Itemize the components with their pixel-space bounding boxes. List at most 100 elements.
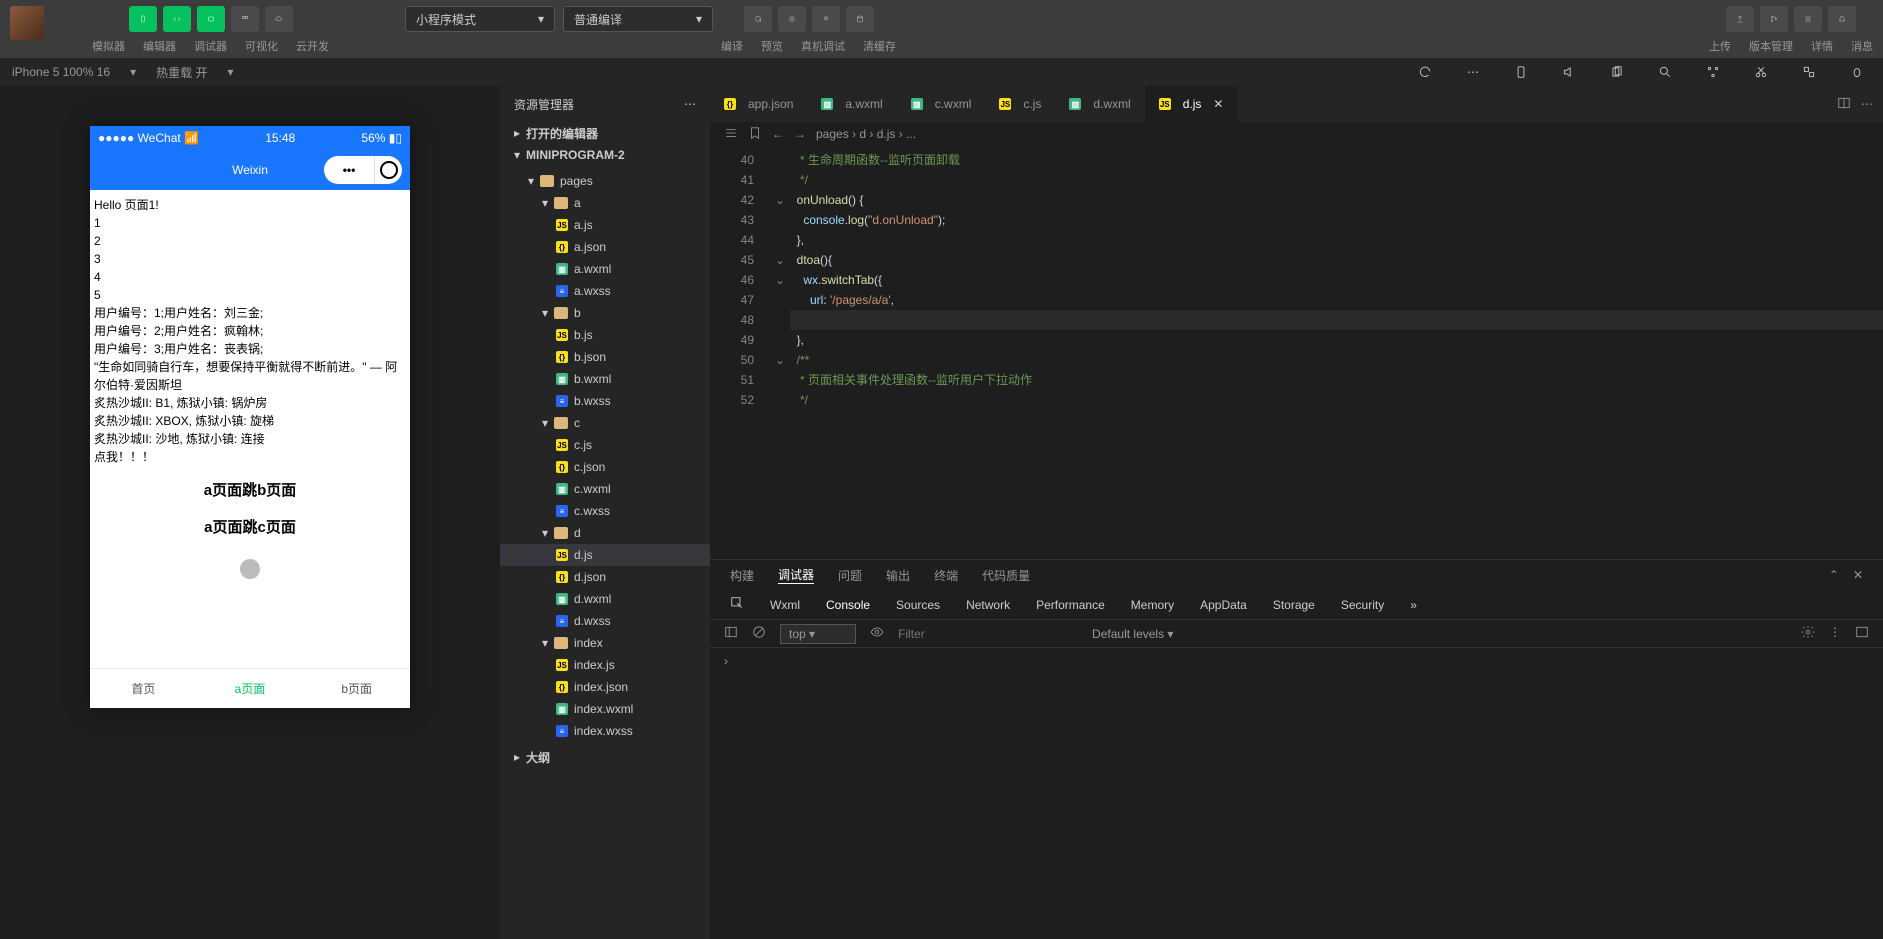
branch-icon[interactable] (1699, 59, 1727, 85)
devtools-tab[interactable]: AppData (1200, 598, 1247, 612)
phone-tab-item[interactable]: 首页 (90, 669, 197, 708)
close-icon[interactable]: ✕ (1853, 568, 1863, 582)
file-item[interactable]: JSc.js (500, 434, 710, 456)
folder-item[interactable]: ▾b (500, 302, 710, 324)
capsule-button[interactable]: ••• (324, 156, 402, 184)
back-icon[interactable]: ← (772, 127, 784, 141)
avatar[interactable] (10, 6, 44, 40)
panel-tab[interactable]: 构建 (730, 567, 754, 584)
filter-input[interactable] (898, 627, 1078, 641)
compile-button[interactable] (744, 6, 772, 32)
file-item[interactable]: ≡b.wxss (500, 390, 710, 412)
phone-nav-link[interactable]: a页面跳b页面 (94, 480, 406, 503)
mode-dropdown[interactable]: 小程序模式▾ (405, 6, 555, 32)
more-icon[interactable]: ⋯ (1861, 97, 1873, 111)
phone-tab-item[interactable]: b页面 (303, 669, 410, 708)
clear-cache-button[interactable] (846, 6, 874, 32)
copy-icon[interactable] (1603, 59, 1631, 85)
kebab-icon[interactable]: ⋮ (1829, 625, 1841, 642)
panel-tab[interactable]: 输出 (886, 567, 910, 584)
eye-icon[interactable] (870, 625, 884, 642)
devtools-tab[interactable]: Performance (1036, 598, 1105, 612)
editor-tab[interactable]: ▥a.wxml (807, 86, 896, 122)
file-item[interactable]: {}b.json (500, 346, 710, 368)
real-device-button[interactable] (812, 6, 840, 32)
refresh-icon[interactable] (1411, 59, 1439, 85)
phone-content[interactable]: Hello 页面1!12345用户编号：1;用户姓名：刘三金;用户编号：2;用户… (90, 190, 410, 668)
bookmark-icon[interactable] (748, 126, 762, 143)
editor-tab[interactable]: ▥c.wxml (897, 86, 986, 122)
cloud-button[interactable] (265, 6, 293, 32)
forward-icon[interactable]: → (794, 127, 806, 141)
open-editors-section[interactable]: ▸打开的编辑器 (500, 122, 710, 144)
file-item[interactable]: JSindex.js (500, 654, 710, 676)
devtools-tab[interactable]: Sources (896, 598, 940, 612)
devtools-tab[interactable]: Console (826, 598, 870, 612)
preview-button[interactable] (778, 6, 806, 32)
cut-icon[interactable] (1747, 59, 1775, 85)
file-item[interactable]: {}index.json (500, 676, 710, 698)
split-icon[interactable] (1837, 96, 1851, 113)
file-item[interactable]: ≡a.wxss (500, 280, 710, 302)
folder-item[interactable]: ▾a (500, 192, 710, 214)
file-item[interactable]: ▥index.wxml (500, 698, 710, 720)
more-tabs-icon[interactable]: » (1410, 598, 1417, 612)
file-item[interactable]: ≡d.wxss (500, 610, 710, 632)
editor-tab[interactable]: {}app.json (710, 86, 807, 122)
editor-tab[interactable]: ▥d.wxml (1055, 86, 1144, 122)
phone-icon[interactable] (1507, 59, 1535, 85)
editor-tab[interactable]: JSd.js✕ (1145, 86, 1238, 122)
chevron-up-icon[interactable]: ⌃ (1829, 568, 1839, 582)
folder-item[interactable]: ▾d (500, 522, 710, 544)
file-item[interactable]: ▥c.wxml (500, 478, 710, 500)
editor-tab[interactable]: JSc.js (985, 86, 1055, 122)
upload-button[interactable] (1726, 6, 1754, 32)
breadcrumb[interactable]: ← → pages › d › d.js › ... (710, 122, 1883, 146)
visual-button[interactable] (231, 6, 259, 32)
search-icon[interactable] (1651, 59, 1679, 85)
list-icon[interactable] (724, 126, 738, 143)
target-icon[interactable] (374, 156, 402, 184)
console-prompt[interactable]: › (710, 648, 1883, 674)
panel-tab[interactable]: 问题 (838, 567, 862, 584)
debugger-button[interactable] (197, 6, 225, 32)
editor-button[interactable] (163, 6, 191, 32)
bug-icon[interactable] (1843, 59, 1871, 85)
file-item[interactable]: {}c.json (500, 456, 710, 478)
devtools-tab[interactable]: Security (1341, 598, 1384, 612)
phone-nav-link[interactable]: a页面跳c页面 (94, 517, 406, 540)
mute-icon[interactable] (1555, 59, 1583, 85)
context-select[interactable]: top ▾ (780, 624, 856, 644)
file-item[interactable]: ▥a.wxml (500, 258, 710, 280)
simulator-button[interactable] (129, 6, 157, 32)
devtools-tab[interactable]: Wxml (770, 598, 800, 612)
phone-tab-item[interactable]: a页面 (197, 669, 304, 708)
compile-dropdown[interactable]: 普通编译▾ (563, 6, 713, 32)
folder-item[interactable]: ▾c (500, 412, 710, 434)
gear-icon[interactable] (1801, 625, 1815, 642)
clear-icon[interactable] (752, 625, 766, 642)
sidebar-icon[interactable] (724, 625, 738, 642)
levels-dropdown[interactable]: Default levels ▾ (1092, 627, 1173, 641)
version-button[interactable] (1760, 6, 1788, 32)
code-editor[interactable]: 40414243444546474849505152 ⌄⌄⌄⌄ * 生命周期函数… (710, 146, 1883, 559)
outline-section[interactable]: ▸大纲 (500, 746, 710, 768)
file-item[interactable]: JSb.js (500, 324, 710, 346)
ext-icon[interactable] (1795, 59, 1823, 85)
file-item[interactable]: {}d.json (500, 566, 710, 588)
close-icon[interactable]: ✕ (1213, 97, 1223, 111)
message-button[interactable] (1828, 6, 1856, 32)
device-info[interactable]: iPhone 5 100% 16 (12, 65, 110, 79)
file-item[interactable]: JSd.js (500, 544, 710, 566)
folder-item[interactable]: ▾pages (500, 170, 710, 192)
file-item[interactable]: {}a.json (500, 236, 710, 258)
inspect-icon[interactable] (730, 596, 744, 613)
more-icon[interactable]: ⋯ (1459, 59, 1487, 85)
folder-item[interactable]: ▾index (500, 632, 710, 654)
file-item[interactable]: ▥d.wxml (500, 588, 710, 610)
file-item[interactable]: ▥b.wxml (500, 368, 710, 390)
panel-tab[interactable]: 终端 (934, 567, 958, 584)
file-item[interactable]: JSa.js (500, 214, 710, 236)
file-item[interactable]: ≡index.wxss (500, 720, 710, 742)
devtools-tab[interactable]: Memory (1131, 598, 1174, 612)
